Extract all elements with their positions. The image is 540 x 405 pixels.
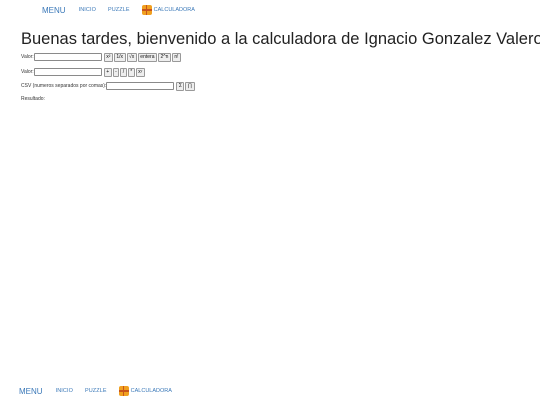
divide-button[interactable]: / <box>120 67 127 77</box>
calculadora-label-bottom: CALCULADORA <box>130 388 172 394</box>
puzzle-link-bottom[interactable]: PUZZLE <box>85 388 107 394</box>
menu-link-bottom[interactable]: MENU <box>19 387 43 396</box>
top-nav: MENU INICIO PUZZLE CALCULADORA <box>42 5 195 15</box>
bottom-nav: MENU INICIO PUZZLE CALCULADORA <box>19 386 172 396</box>
product-button[interactable]: ∏ <box>185 81 195 91</box>
second-value-row: Valor: + - / * xʸ <box>21 67 146 77</box>
calculadora-link-bottom[interactable]: CALCULADORA <box>118 386 172 396</box>
calculator-icon <box>118 386 129 396</box>
factorial-button[interactable]: n! <box>171 52 182 62</box>
csv-input[interactable] <box>106 82 175 90</box>
value-label: Valor: <box>21 54 34 60</box>
multiply-button[interactable]: * <box>127 67 135 77</box>
add-button[interactable]: + <box>103 67 112 77</box>
reciprocal-button[interactable]: 1/x <box>113 52 126 62</box>
calculadora-link[interactable]: CALCULADORA <box>141 5 195 15</box>
calculator-icon <box>141 5 152 15</box>
power-button[interactable]: xʸ <box>135 67 145 77</box>
value-input[interactable] <box>33 53 102 61</box>
inicio-link[interactable]: INICIO <box>79 7 96 13</box>
integer-part-button[interactable]: entera <box>137 52 157 62</box>
csv-row: CSV (numeros separados por comas): Σ ∏ <box>21 81 196 91</box>
sqrt-button[interactable]: √x <box>126 52 137 62</box>
subtract-button[interactable]: - <box>112 67 120 77</box>
page-title: Buenas tardes, bienvenido a la calculado… <box>21 30 540 48</box>
result-area: Resultado: <box>21 96 45 102</box>
result-label: Resultado: <box>21 96 45 102</box>
power-of-two-button[interactable]: 2^n <box>157 52 171 62</box>
menu-link[interactable]: MENU <box>42 6 66 15</box>
puzzle-link[interactable]: PUZZLE <box>108 7 130 13</box>
inicio-link-bottom[interactable]: INICIO <box>56 388 73 394</box>
value-label-2: Valor: <box>21 69 34 75</box>
sum-button[interactable]: Σ <box>176 81 185 91</box>
square-button[interactable]: x² <box>103 52 113 62</box>
single-value-row: Valor: x² 1/x √x entera 2^n n! <box>21 52 182 62</box>
value-input-2[interactable] <box>33 68 102 76</box>
calculadora-label: CALCULADORA <box>153 7 195 13</box>
csv-label: CSV (numeros separados por comas): <box>21 83 107 89</box>
